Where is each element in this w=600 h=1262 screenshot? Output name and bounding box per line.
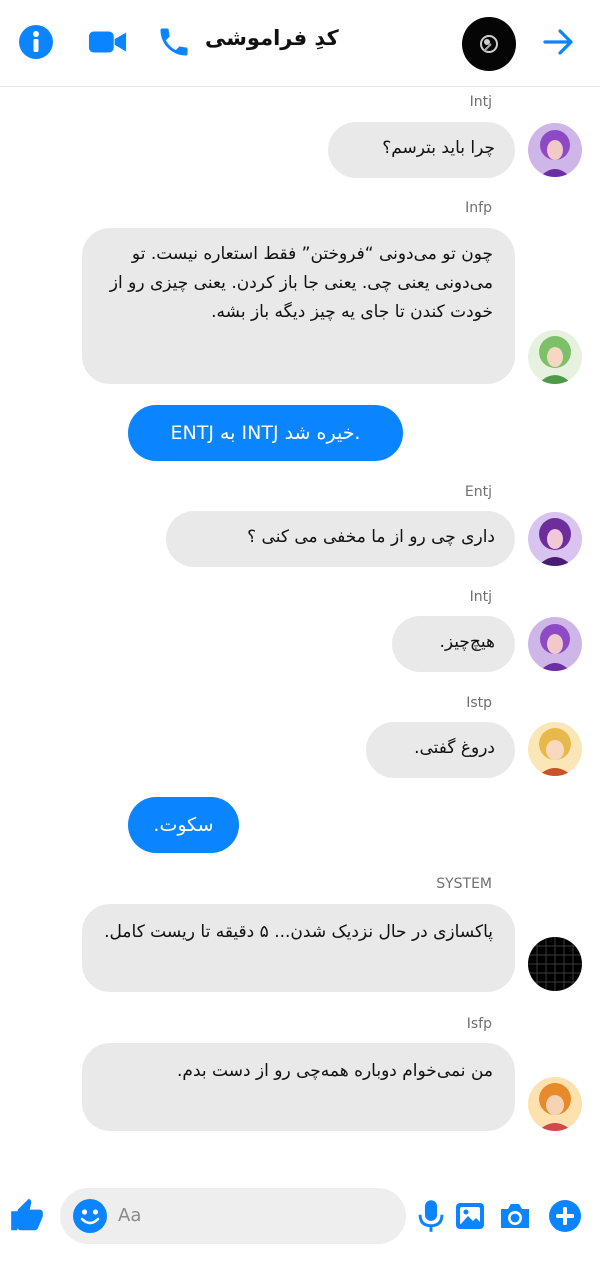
- group-avatar[interactable]: [462, 17, 516, 71]
- avatar[interactable]: [528, 617, 582, 671]
- message-bubble[interactable]: هیچ‌چیز.: [392, 616, 515, 672]
- message-bubble[interactable]: دروغ گفتی.: [366, 722, 515, 778]
- sender-name: SYSTEM: [436, 876, 492, 892]
- sender-name: Intj: [469, 94, 492, 110]
- plus-icon[interactable]: [548, 1199, 582, 1233]
- avatar[interactable]: [528, 1077, 582, 1131]
- composer-bar: Aa: [0, 1175, 600, 1262]
- avatar[interactable]: [528, 123, 582, 177]
- outgoing-message-bubble[interactable]: .خیره شد INTJ به ENTJ: [128, 405, 403, 461]
- message-bubble[interactable]: چون تو می‌دونی “فروختن” فقط استعاره نیست…: [82, 228, 515, 384]
- outgoing-message-bubble[interactable]: سکوت.: [128, 797, 239, 853]
- phone-icon[interactable]: [154, 22, 194, 62]
- like-icon[interactable]: [8, 1197, 46, 1235]
- message-bubble[interactable]: من نمی‌خوام دوباره همه‌چی رو از دست بدم.: [82, 1043, 515, 1131]
- avatar[interactable]: [528, 937, 582, 991]
- input-placeholder: Aa: [118, 1205, 142, 1226]
- conversation-title: کدِ فراموشی: [205, 26, 339, 50]
- camera-icon[interactable]: [498, 1199, 532, 1233]
- chat-header: کدِ فراموشی: [0, 0, 600, 87]
- image-icon[interactable]: [453, 1199, 487, 1233]
- message-bubble[interactable]: داری چی رو از ما مخفی می کنی ؟: [166, 511, 515, 567]
- sender-name: Isfp: [466, 1016, 492, 1032]
- emoji-icon[interactable]: [72, 1198, 108, 1234]
- video-call-icon[interactable]: [88, 22, 128, 62]
- sender-name: Infp: [465, 200, 492, 216]
- avatar[interactable]: [528, 512, 582, 566]
- sender-name: Intj: [469, 589, 492, 605]
- sender-name: Istp: [466, 695, 492, 711]
- avatar[interactable]: [528, 722, 582, 776]
- arrow-right-icon[interactable]: [538, 22, 578, 62]
- message-bubble[interactable]: پاکسازی در حال نزدیک شدن... ۵ دقیقه تا ر…: [82, 904, 515, 992]
- message-input[interactable]: Aa: [60, 1188, 406, 1244]
- avatar[interactable]: [528, 330, 582, 384]
- mic-icon[interactable]: [414, 1199, 448, 1233]
- message-bubble[interactable]: چرا باید بترسم؟: [328, 122, 515, 178]
- sender-name: Entj: [464, 484, 492, 500]
- info-icon[interactable]: [16, 22, 56, 62]
